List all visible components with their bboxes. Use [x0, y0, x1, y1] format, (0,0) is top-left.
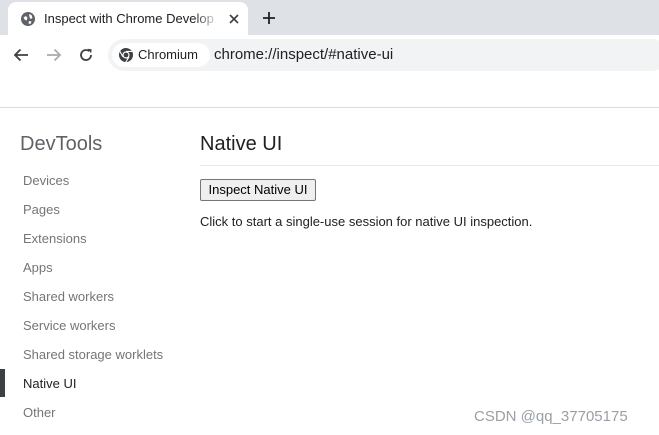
close-icon[interactable]: [226, 11, 242, 27]
watermark: CSDN @qq_37705175: [474, 408, 628, 425]
title-divider: [200, 165, 659, 166]
reload-icon: [80, 48, 92, 61]
globe-icon: [21, 12, 35, 26]
chromium-icon: [119, 48, 133, 63]
page-title: Native UI: [200, 133, 283, 155]
new-tab-button[interactable]: [257, 8, 281, 28]
tab-inspect[interactable]: Inspect with Chrome Develop: [8, 2, 248, 35]
forward-arrow-icon: [47, 48, 62, 62]
toolbar-divider: [0, 107, 659, 108]
back-button[interactable]: [9, 43, 33, 67]
plus-icon: [263, 12, 275, 24]
reload-button[interactable]: [74, 43, 98, 67]
address-bar[interactable]: Chromium chrome://inspect/#native-ui: [108, 39, 659, 71]
sidebar-item-service-workers[interactable]: Service workers: [23, 318, 115, 334]
sidebar-item-other[interactable]: Other: [23, 405, 56, 421]
sidebar-item-shared-storage-worklets[interactable]: Shared storage worklets: [23, 347, 163, 363]
sidebar-item-apps[interactable]: Apps: [23, 260, 53, 276]
sidebar-item-devices[interactable]: Devices: [23, 173, 69, 189]
sidebar-item-native-ui[interactable]: Native UI: [23, 376, 76, 392]
tab-title: Inspect with Chrome Develop: [44, 11, 214, 26]
back-arrow-icon: [13, 48, 28, 62]
inspect-native-ui-button[interactable]: Inspect Native UI: [200, 179, 316, 201]
site-info-chip[interactable]: Chromium: [112, 43, 210, 67]
sidebar-title: DevTools: [20, 133, 103, 155]
url-text[interactable]: chrome://inspect/#native-ui: [214, 46, 393, 64]
toolbar: Chromium chrome://inspect/#native-ui: [0, 35, 659, 73]
chip-label: Chromium: [138, 47, 198, 62]
sidebar-item-extensions[interactable]: Extensions: [23, 231, 87, 247]
forward-button[interactable]: [42, 43, 66, 67]
sidebar-item-pages[interactable]: Pages: [23, 202, 60, 218]
tab-strip: Inspect with Chrome Develop: [0, 0, 659, 35]
sidebar-item-shared-workers[interactable]: Shared workers: [23, 289, 114, 305]
selected-indicator: [0, 369, 5, 397]
tab-title-fade: [194, 8, 220, 30]
description-text: Click to start a single-use session for …: [200, 214, 533, 229]
browser-window: Inspect with Chrome Develop Chromium chr…: [0, 0, 659, 435]
